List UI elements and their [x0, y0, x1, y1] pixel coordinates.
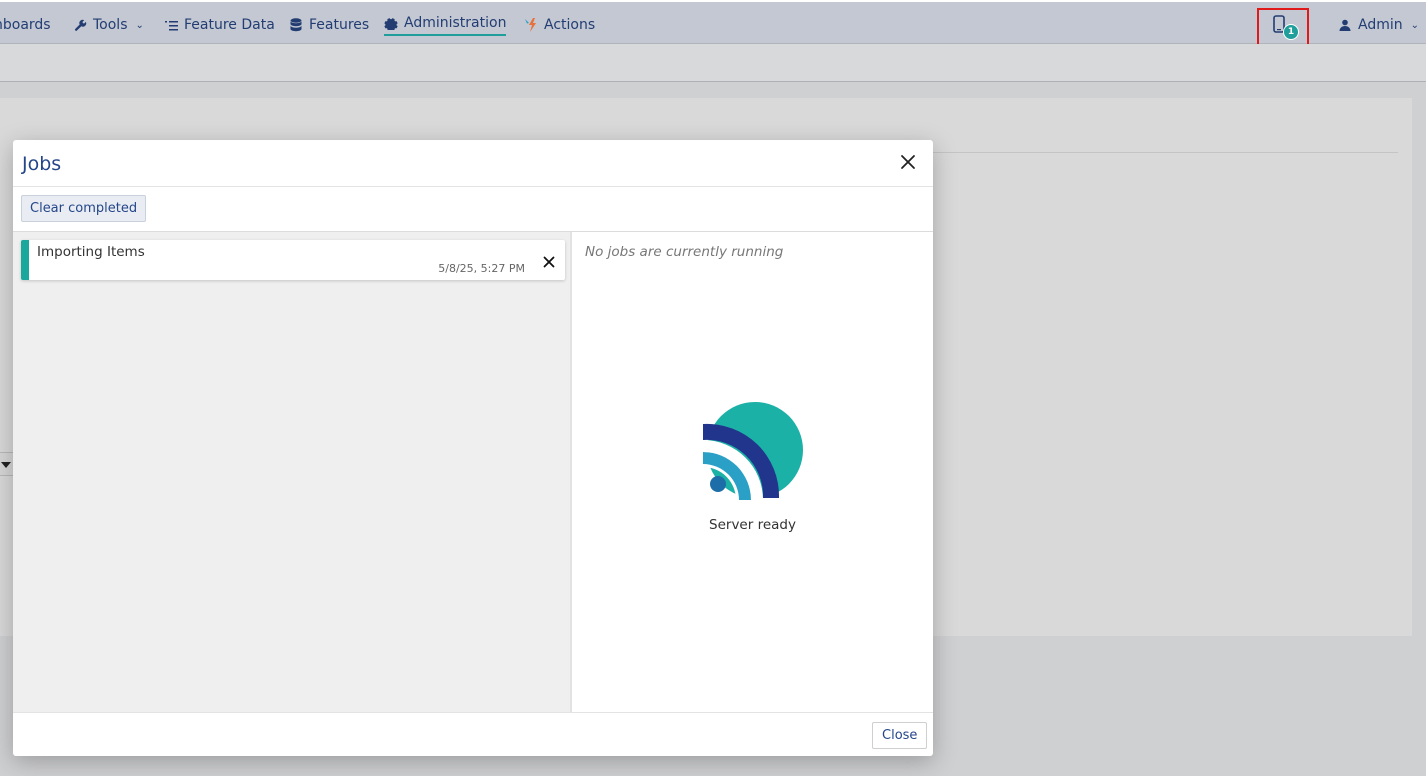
no-jobs-message: No jobs are currently running — [585, 244, 784, 260]
nav-item-dashboards[interactable]: nboards — [0, 14, 51, 36]
top-navbar: nboards Tools ⌄ Feature Data Features Ad… — [0, 0, 1426, 49]
nav-item-label: Features — [309, 17, 370, 33]
job-name: Importing Items — [37, 244, 145, 260]
modal-title: Jobs — [22, 153, 62, 175]
modal-toolbar: Clear completed — [13, 187, 933, 232]
chevron-down-icon: ⌄ — [1410, 19, 1420, 31]
modal-footer: Close — [13, 712, 933, 756]
job-list: Importing Items 5/8/25, 5:27 PM — [13, 232, 572, 712]
dismiss-job-icon[interactable] — [543, 253, 555, 268]
user-icon — [1338, 18, 1352, 32]
modal-header: Jobs — [13, 140, 933, 187]
server-status-text: Server ready — [709, 517, 796, 533]
wrench-icon — [73, 18, 87, 32]
gear-icon — [384, 16, 398, 30]
nav-item-administration[interactable]: Administration — [384, 14, 507, 36]
close-button[interactable]: Close — [872, 722, 928, 749]
nav-item-label: Feature Data — [184, 17, 275, 33]
nav-item-feature-data[interactable]: Feature Data — [164, 14, 275, 36]
job-timestamp: 5/8/25, 5:27 PM — [438, 262, 525, 275]
nav-item-label: Administration — [404, 15, 507, 31]
background-dropdown[interactable] — [0, 452, 14, 476]
list-icon — [164, 18, 178, 32]
chevron-down-icon: ⌄ — [135, 19, 144, 31]
user-menu-label: Admin — [1358, 17, 1403, 33]
user-menu[interactable]: Admin ⌄ — [1338, 14, 1419, 36]
server-logo-icon — [703, 402, 803, 506]
job-item[interactable]: Importing Items 5/8/25, 5:27 PM — [21, 240, 565, 280]
nav-item-label: Tools — [93, 17, 128, 33]
notifications-button[interactable]: 1 — [1257, 8, 1309, 49]
jobs-modal: Jobs Clear completed Importing Items 5/8… — [13, 140, 933, 756]
nav-item-features[interactable]: Features — [289, 14, 369, 36]
nav-item-tools[interactable]: Tools ⌄ — [73, 14, 144, 36]
close-icon[interactable] — [899, 153, 917, 171]
database-icon — [289, 18, 303, 32]
clear-completed-button[interactable]: Clear completed — [21, 195, 147, 222]
nav-item-label: nboards — [0, 17, 51, 33]
actions-icon — [524, 18, 538, 32]
nav-item-label: Actions — [544, 17, 596, 33]
page-subbar — [0, 44, 1426, 82]
background-divider — [930, 152, 1398, 153]
job-detail-pane: No jobs are currently running Server rea… — [572, 232, 933, 712]
nav-item-actions[interactable]: Actions — [524, 14, 595, 36]
notification-count-badge: 1 — [1283, 24, 1299, 40]
